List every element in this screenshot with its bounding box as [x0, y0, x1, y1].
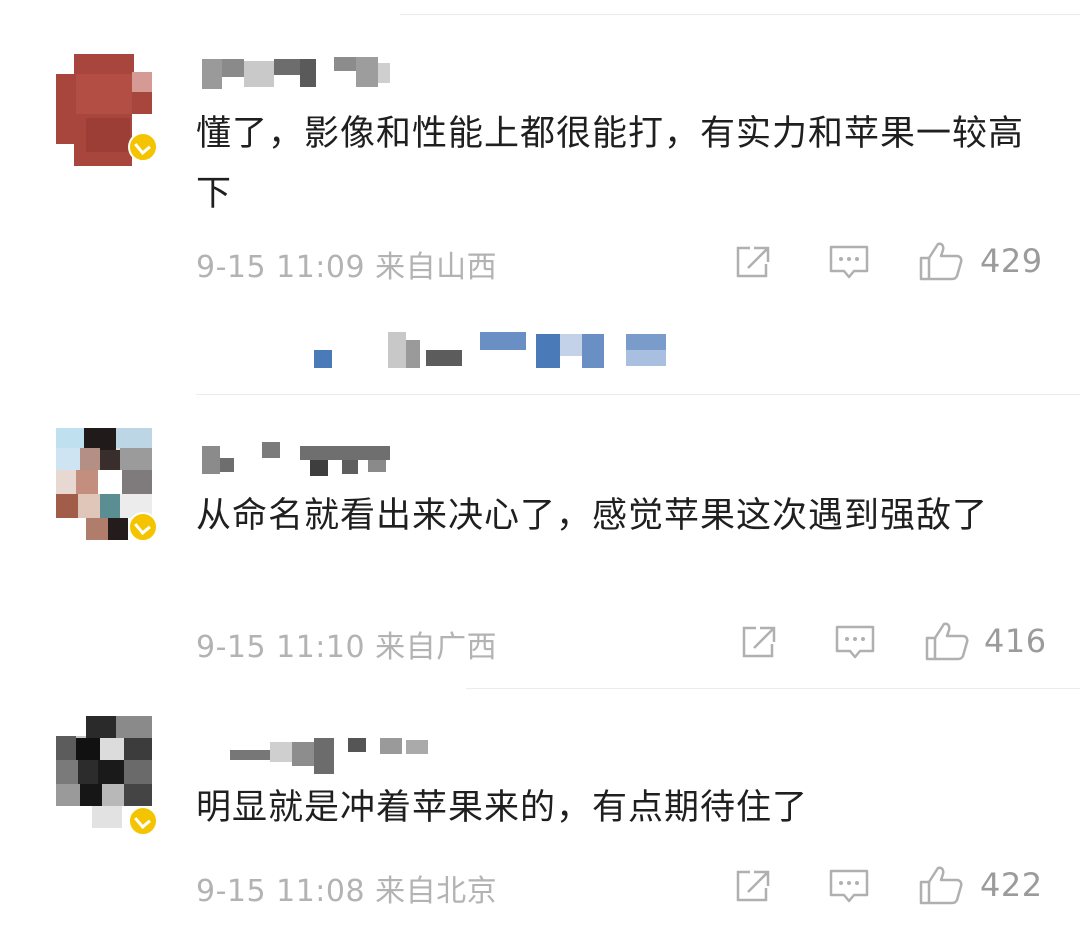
thumbs-up-icon: [925, 622, 969, 661]
like-button[interactable]: [924, 620, 970, 662]
comment-text: 明显就是冲着苹果来的，有点期待住了: [196, 788, 809, 828]
comment-location: 来自山西: [375, 250, 498, 285]
reply-button[interactable]: [828, 244, 870, 282]
blurred-reply-link[interactable]: [310, 330, 670, 370]
like-button[interactable]: [918, 864, 964, 906]
username-blurred[interactable]: [202, 55, 392, 89]
username-blurred[interactable]: [230, 736, 430, 774]
share-button[interactable]: [740, 624, 780, 660]
verified-badge-icon: [128, 132, 158, 162]
comment-meta: 9-15 11:09 来自山西: [196, 242, 497, 286]
thumbs-up-icon: [919, 242, 963, 281]
reply-button[interactable]: [828, 868, 870, 906]
comment-meta: 9-15 11:10 来自广西: [196, 622, 497, 666]
comment-divider: [466, 688, 1080, 689]
like-count: 429: [980, 242, 1043, 280]
username-blurred[interactable]: [202, 440, 392, 476]
comment-meta: 9-15 11:08 来自北京: [196, 866, 497, 910]
share-icon: [742, 626, 776, 658]
share-button[interactable]: [734, 868, 774, 904]
verified-badge-icon: [128, 806, 158, 836]
like-count: 422: [980, 866, 1043, 904]
share-button[interactable]: [734, 244, 774, 280]
comment-location: 来自广西: [375, 630, 498, 665]
top-divider: [400, 14, 1080, 15]
thumbs-up-icon: [919, 866, 963, 905]
reply-button[interactable]: [834, 624, 876, 662]
comment-time: 9-15 11:08: [196, 874, 366, 909]
comment-text: 从命名就看出来决心了，感觉苹果这次遇到强敌了: [196, 496, 989, 536]
like-button[interactable]: [918, 240, 964, 282]
comment-divider: [196, 394, 1080, 395]
comment-location: 来自北京: [375, 874, 498, 909]
comment-icon: [829, 869, 869, 903]
share-icon: [736, 870, 770, 902]
comment-time: 9-15 11:09: [196, 250, 366, 285]
verified-badge-icon: [128, 512, 158, 542]
comment-text: 懂了，影像和性能上都很能打，有实力和苹果一较高下: [196, 114, 1025, 214]
share-icon: [736, 246, 770, 278]
comment-icon: [835, 625, 875, 659]
like-count: 416: [984, 622, 1047, 660]
comment-time: 9-15 11:10: [196, 630, 366, 665]
comment-icon: [829, 245, 869, 279]
